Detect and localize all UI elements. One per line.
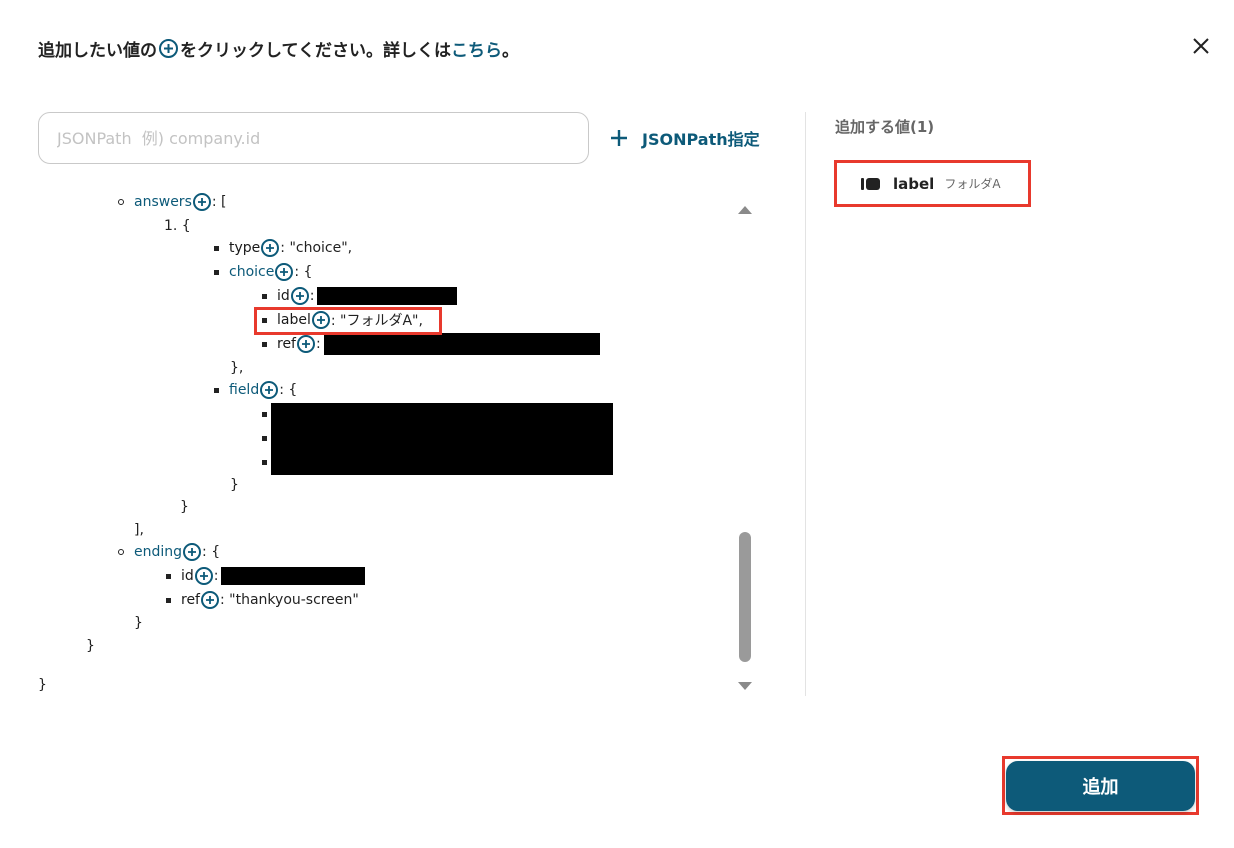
- square-bullet: [214, 269, 219, 275]
- tree-punct: },: [230, 360, 244, 376]
- plus-icon: [610, 129, 628, 147]
- square-bullet: [166, 573, 171, 579]
- square-bullet: [262, 411, 267, 417]
- redacted-block: [316, 287, 457, 305]
- jsonpath-input[interactable]: [39, 113, 588, 163]
- tree-row-type: type : "choice",: [214, 237, 352, 259]
- square-bullet: [262, 293, 267, 299]
- jsonpath-search-box: [38, 112, 589, 164]
- tree-row-item-close: }: [180, 496, 189, 518]
- add-choice-plus-icon[interactable]: [275, 263, 294, 281]
- tree-row-choice: choice : {: [214, 261, 312, 283]
- tree-row-field: field : {: [214, 379, 297, 401]
- tree-row-choice-ref: ref :: [262, 333, 600, 355]
- tree-punct: : {: [202, 544, 221, 560]
- tree-key-ref: ref: [277, 336, 296, 352]
- panel-divider: [805, 112, 806, 696]
- instruction-period: 。: [501, 41, 519, 61]
- selected-values-title: 追加する値(1): [835, 118, 935, 136]
- tree-key-answers: answers: [134, 194, 192, 210]
- tree-row-ending-ref: ref : "thankyou-screen": [166, 589, 359, 611]
- tree-key-id: id: [277, 288, 290, 304]
- tree-row-ending: ending : {: [118, 541, 220, 563]
- field-tag-icon: [861, 177, 881, 191]
- add-answers-plus-icon[interactable]: [192, 193, 211, 211]
- tree-punct: : [: [211, 194, 227, 210]
- tree-item-index: 1. {: [164, 218, 191, 234]
- square-bullet: [214, 245, 219, 251]
- add-field-plus-icon[interactable]: [260, 381, 279, 399]
- tree-key-ending: ending: [134, 544, 183, 560]
- tree-punct: :: [309, 288, 315, 304]
- tree-row-answers: answers : [: [118, 191, 227, 213]
- selected-value-chip[interactable]: label フォルダA: [834, 160, 1031, 207]
- circle-bullet: [118, 199, 124, 205]
- circle-bullet: [118, 549, 124, 555]
- jsonpath-specify-label: JSONPath指定: [642, 130, 760, 149]
- instruction-suffix: をクリックしてください。詳しくは: [180, 41, 451, 61]
- tree-punct: : {: [294, 264, 313, 280]
- scroll-down-arrow-icon[interactable]: [737, 676, 753, 695]
- add-ref-plus-icon[interactable]: [297, 335, 315, 353]
- square-bullet: [262, 435, 267, 441]
- tree-punct: ],: [134, 522, 144, 538]
- scroll-up-arrow-icon[interactable]: [737, 200, 753, 219]
- square-bullet: [262, 459, 267, 465]
- chip-key: label: [893, 174, 935, 193]
- tree-key-ending-id: id: [181, 568, 194, 584]
- tree-punct: }: [38, 677, 47, 693]
- add-id-plus-icon[interactable]: [290, 287, 309, 305]
- add-ending-plus-icon[interactable]: [183, 543, 202, 561]
- redacted-block: [220, 567, 365, 585]
- add-type-plus-icon[interactable]: [261, 239, 280, 257]
- square-bullet: [166, 597, 171, 603]
- tree-row-answers-close: ],: [134, 519, 144, 541]
- tree-punct: }: [86, 638, 95, 654]
- tree-scrollbar[interactable]: [736, 196, 754, 690]
- tree-key-field: field: [229, 382, 260, 398]
- chip-value: フォルダA: [944, 177, 1001, 191]
- tree-punct: }: [134, 615, 143, 631]
- jsonpath-specify-button[interactable]: JSONPath指定: [610, 124, 760, 152]
- tree-key-ending-ref: ref: [181, 592, 200, 608]
- add-ending-id-plus-icon[interactable]: [194, 567, 213, 585]
- close-icon: [1193, 38, 1209, 54]
- add-value-modal: 追加したい値の をクリックしてください。詳しくは こちら 。 JSONPath指…: [0, 0, 1234, 848]
- redacted-block: [271, 403, 613, 475]
- instruction-text: 追加したい値の をクリックしてください。詳しくは こちら 。: [38, 36, 519, 61]
- tree-punct: :: [213, 568, 219, 584]
- json-tree: answers : [ 1. { type : "choice", choice…: [38, 190, 728, 696]
- add-ending-ref-plus-icon[interactable]: [201, 591, 219, 609]
- tree-row-item-index: 1. {: [164, 215, 191, 237]
- tree-row-choice-close: },: [230, 357, 243, 379]
- instruction-prefix: 追加したい値の: [38, 41, 157, 61]
- tree-row-root-close: }: [38, 674, 47, 696]
- label-row-highlight: [254, 307, 442, 335]
- close-button[interactable]: [1188, 33, 1214, 59]
- tree-ending-ref-value: : "thankyou-screen": [220, 592, 359, 608]
- tree-key-choice: choice: [229, 264, 275, 280]
- add-button[interactable]: 追加: [1006, 761, 1195, 811]
- help-link[interactable]: こちら: [451, 36, 502, 61]
- tree-punct: : {: [279, 382, 298, 398]
- scroll-thumb[interactable]: [739, 532, 751, 662]
- tree-punct: :: [316, 336, 321, 352]
- tree-type-value: : "choice",: [280, 240, 353, 256]
- square-bullet: [262, 341, 267, 347]
- tree-row-choice-id: id :: [262, 285, 457, 307]
- tree-row-ending-close: }: [134, 612, 143, 634]
- tree-row-outer-close: }: [86, 635, 95, 657]
- plus-circle-icon: [159, 39, 178, 58]
- tree-row-field-close: }: [230, 474, 239, 496]
- square-bullet: [214, 387, 219, 393]
- tree-row-ending-id: id :: [166, 565, 365, 587]
- tree-punct: }: [180, 499, 189, 515]
- redacted-block: [323, 333, 600, 355]
- tree-punct: }: [230, 477, 239, 493]
- tree-key-type: type: [229, 240, 261, 256]
